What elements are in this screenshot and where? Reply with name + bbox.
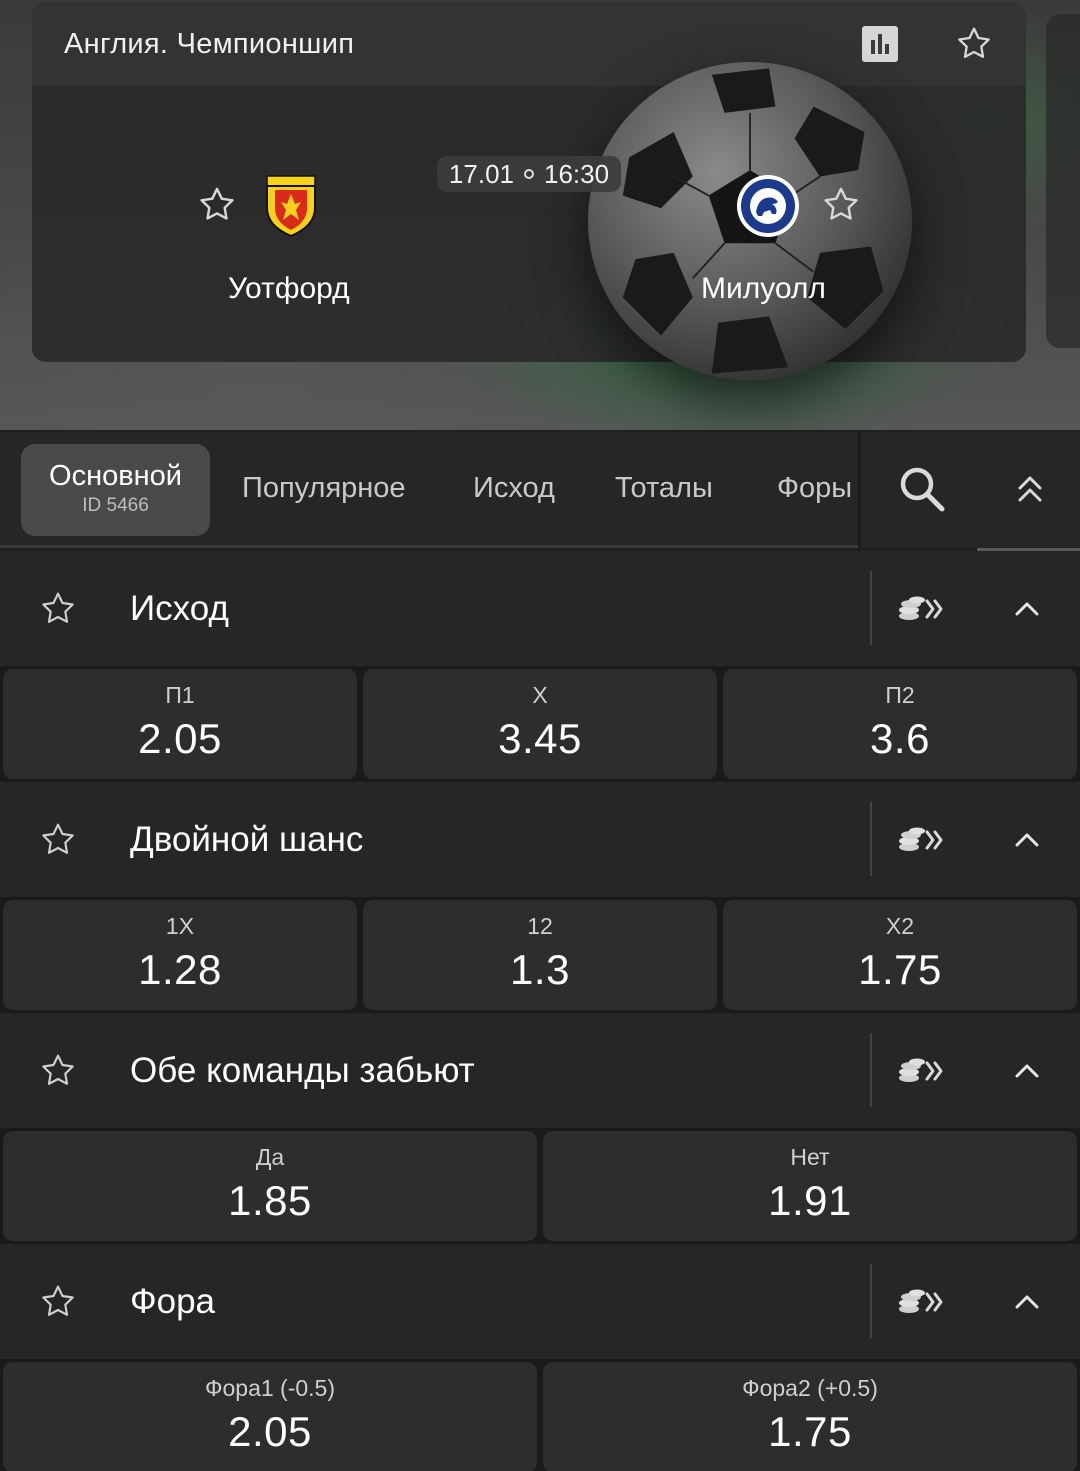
favorite-home-team-star-icon[interactable] (196, 184, 238, 226)
event-card-header: Англия. Чемпионшип (32, 2, 1026, 86)
odds-row-both-teams-score: Да 1.85 Нет 1.91 (0, 1128, 1080, 1244)
odd-value: 1.91 (768, 1177, 852, 1224)
market-header-double-chance[interactable]: Двойной шанс (0, 782, 1080, 897)
market-title: Исход (130, 589, 229, 628)
tab-main[interactable]: Основной ID 5466 (21, 444, 210, 536)
odd-value: 2.05 (138, 715, 222, 762)
divider (870, 571, 872, 645)
tab-totals[interactable]: Тоталы (615, 472, 713, 505)
market-tabs: Основной ID 5466 Популярное Исход Тоталы… (0, 432, 1080, 551)
separator-dot-icon (524, 169, 534, 179)
odd-label: Да (255, 1144, 285, 1170)
market-header-both-teams-score[interactable]: Обе команды забьют (0, 1013, 1080, 1128)
odd-value: 1.28 (138, 946, 222, 993)
odd-value: 1.75 (858, 946, 942, 993)
favorite-away-team-star-icon[interactable] (820, 184, 862, 226)
odd-button[interactable]: Фора2 (+0.5) 1.75 (543, 1362, 1077, 1471)
market-title: Двойной шанс (130, 820, 364, 859)
divider (870, 1033, 872, 1107)
tabs-scroll-area[interactable]: Основной ID 5466 Популярное Исход Тоталы… (0, 432, 858, 548)
next-event-card[interactable] (1046, 14, 1080, 348)
chevron-up-icon[interactable] (1014, 1292, 1040, 1310)
odds-row-double-chance: 1X 1.28 12 1.3 X2 1.75 (0, 897, 1080, 1013)
market-title: Фора (130, 1282, 216, 1321)
odd-label: Фора1 (-0.5) (205, 1375, 335, 1401)
search-icon[interactable] (897, 464, 947, 514)
event-hero: Англия. Чемпионшип 17.01 16:30 Уотфорд М… (0, 0, 1080, 430)
odds-row-outcome: П1 2.05 X 3.45 П2 3.6 (0, 666, 1080, 782)
odds-row-handicap: Фора1 (-0.5) 2.05 Фора2 (+0.5) 1.75 (0, 1359, 1080, 1471)
tab-main-label: Основной (49, 460, 182, 492)
tabs-tools (858, 432, 1080, 551)
divider (870, 1264, 872, 1338)
coins-arrow-icon[interactable] (897, 1057, 947, 1085)
odd-label: Нет (790, 1144, 830, 1170)
home-team-name[interactable]: Уотфорд (228, 272, 350, 306)
odd-label: П1 (165, 682, 195, 708)
chevron-up-icon[interactable] (1014, 830, 1040, 848)
odd-value: 1.3 (510, 946, 570, 993)
favorite-market-star-icon[interactable] (37, 1051, 79, 1091)
odd-label: 1X (165, 913, 195, 939)
odd-value: 3.6 (870, 715, 930, 762)
odd-button[interactable]: П2 3.6 (723, 669, 1077, 779)
odd-button[interactable]: Да 1.85 (3, 1131, 537, 1241)
event-time: 16:30 (544, 158, 610, 189)
chevron-up-icon[interactable] (1014, 599, 1040, 617)
tab-handicaps[interactable]: Форы (777, 472, 852, 505)
odd-button[interactable]: П1 2.05 (3, 669, 357, 779)
odd-label: Фора2 (+0.5) (742, 1375, 878, 1401)
league-title: Англия. Чемпионшип (64, 27, 355, 60)
odd-button[interactable]: X 3.45 (363, 669, 717, 779)
odd-button[interactable]: X2 1.75 (723, 900, 1077, 1010)
odd-label: 12 (527, 913, 553, 939)
favorite-market-star-icon[interactable] (37, 589, 79, 629)
away-team-name[interactable]: Милуолл (701, 272, 826, 306)
millwall-crest-icon (737, 175, 799, 237)
statistics-icon[interactable] (862, 26, 898, 62)
favorite-event-star-icon[interactable] (954, 24, 994, 64)
coins-arrow-icon[interactable] (897, 595, 947, 623)
market-title: Обе команды забьют (130, 1051, 475, 1090)
watford-crest-icon (266, 175, 316, 238)
odd-value: 2.05 (228, 1408, 312, 1455)
tab-popular[interactable]: Популярное (242, 472, 406, 505)
tab-outcome[interactable]: Исход (473, 472, 555, 505)
odd-label: X (532, 682, 548, 708)
odd-button[interactable]: 1X 1.28 (3, 900, 357, 1010)
odd-button[interactable]: Нет 1.91 (543, 1131, 1077, 1241)
odd-label: X2 (885, 913, 915, 939)
coins-arrow-icon[interactable] (897, 1288, 947, 1316)
odd-label: П2 (885, 682, 915, 708)
tab-main-id: ID 5466 (82, 495, 149, 516)
odd-button[interactable]: Фора1 (-0.5) 2.05 (3, 1362, 537, 1471)
coins-arrow-icon[interactable] (897, 826, 947, 854)
odd-value: 3.45 (498, 715, 582, 762)
divider (870, 802, 872, 876)
collapse-all-icon[interactable] (1015, 472, 1045, 506)
market-header-outcome[interactable]: Исход (0, 551, 1080, 666)
market-header-handicap[interactable]: Фора (0, 1244, 1080, 1359)
event-date: 17.01 (448, 158, 514, 189)
odd-button[interactable]: 12 1.3 (363, 900, 717, 1010)
odd-value: 1.75 (768, 1408, 852, 1455)
event-datetime: 17.01 16:30 (437, 156, 621, 192)
chevron-up-icon[interactable] (1014, 1061, 1040, 1079)
favorite-market-star-icon[interactable] (37, 820, 79, 860)
favorite-market-star-icon[interactable] (37, 1282, 79, 1322)
odd-value: 1.85 (228, 1177, 312, 1224)
